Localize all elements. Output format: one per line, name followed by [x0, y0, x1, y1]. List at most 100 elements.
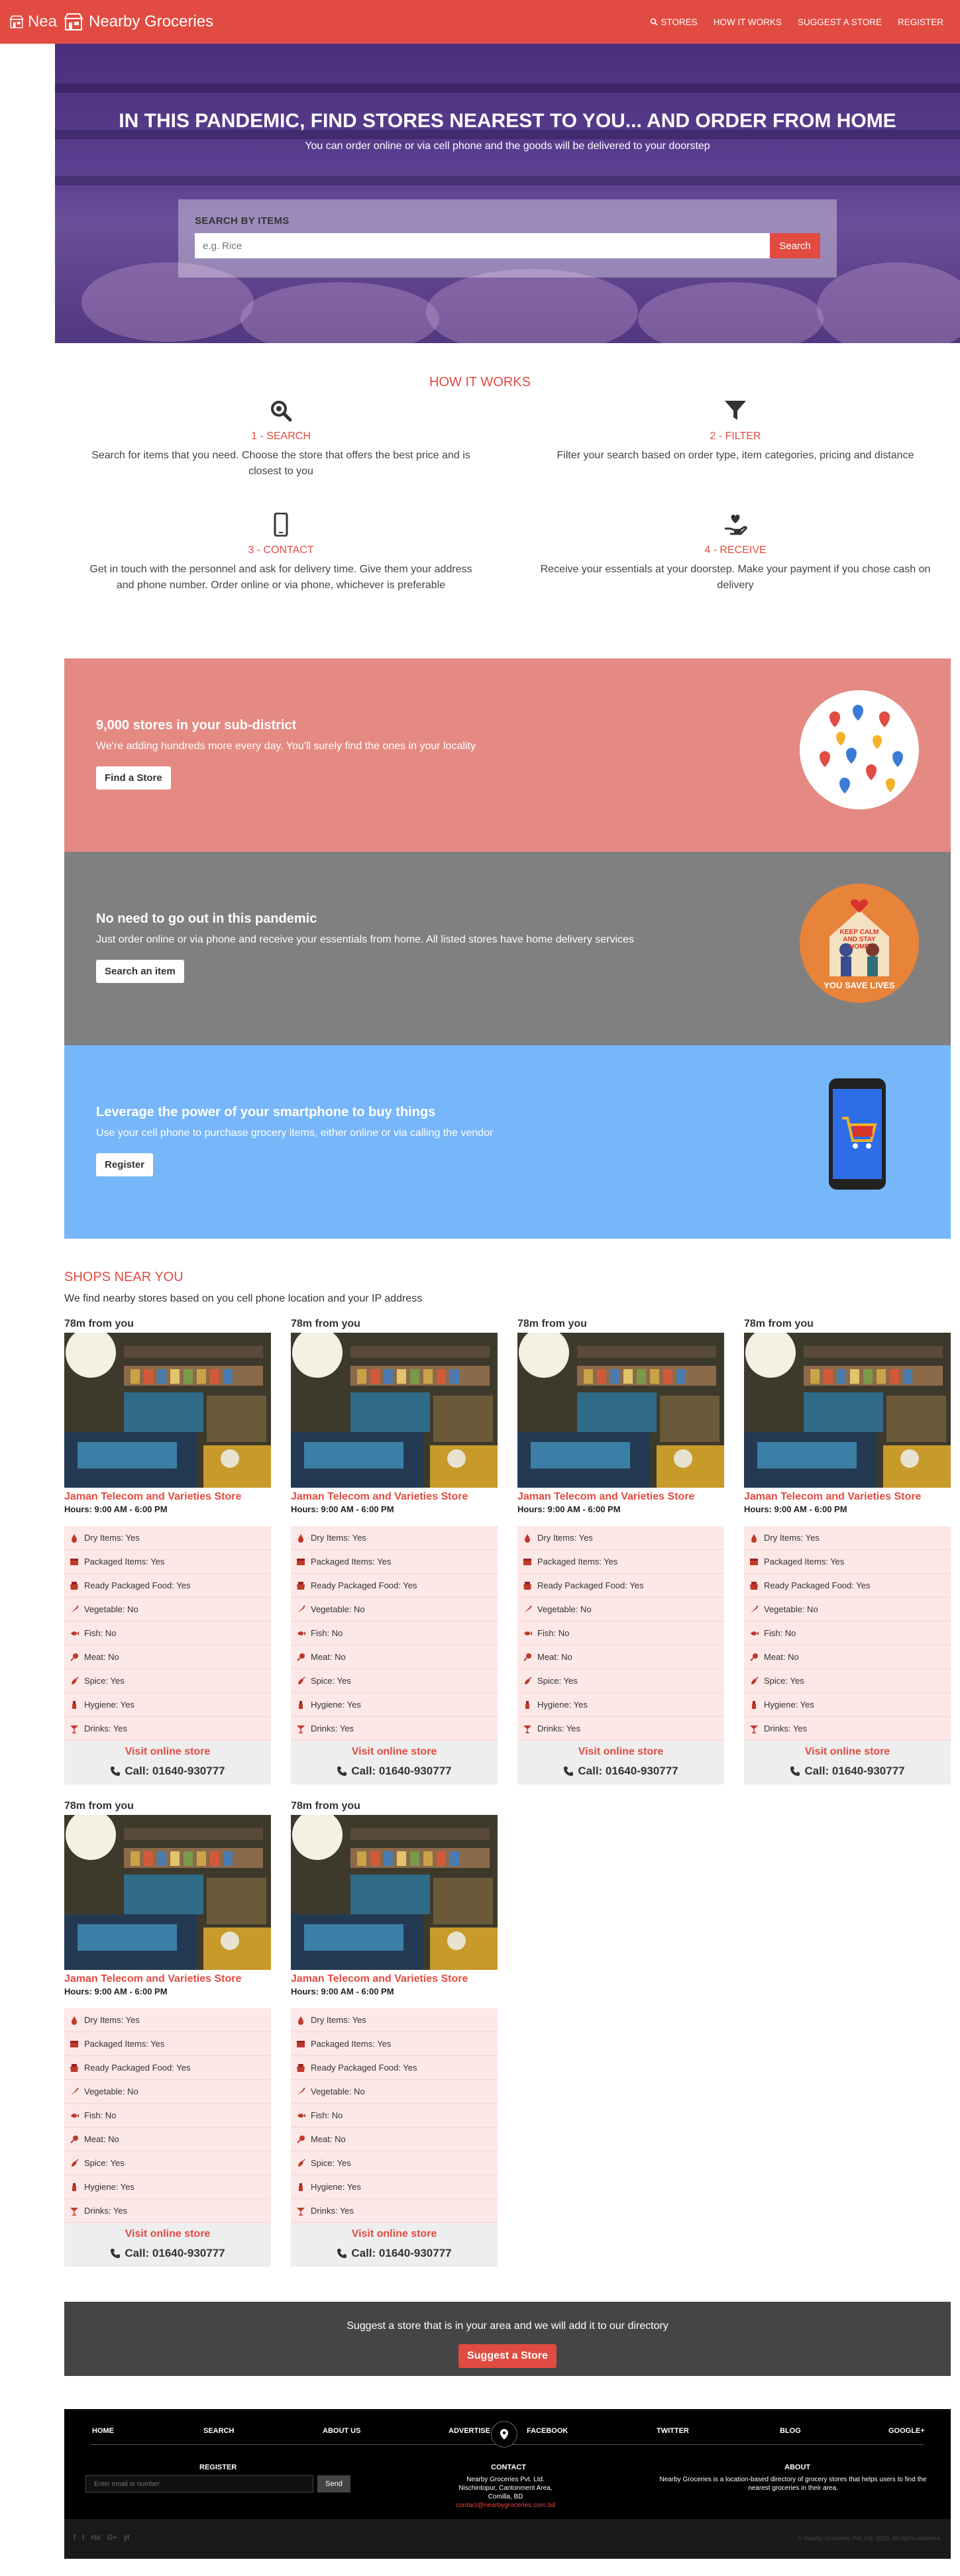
food-box-icon: [297, 1581, 305, 1590]
shop-photo[interactable]: [291, 1333, 498, 1488]
visit-store-link[interactable]: Visit online store: [291, 2223, 498, 2240]
shop-name[interactable]: Jaman Telecom and Varieties Store: [64, 1491, 271, 1503]
feature-label: Fish: No: [537, 1628, 570, 1638]
shop-photo[interactable]: [517, 1333, 724, 1488]
feature-row: Ready Packaged Food: Yes: [64, 1574, 271, 1598]
shop-card: 78m from you Jaman Telecom and Varieties…: [517, 1318, 724, 1784]
pepper-icon: [72, 1676, 79, 1684]
call-label: Call: 01640-930777: [351, 2247, 452, 2259]
shop-distance: 78m from you: [744, 1318, 814, 1329]
feature-band-stay-home: No need to go out in this pandemic Just …: [64, 852, 951, 1045]
twitter-icon[interactable]: t: [82, 2534, 84, 2542]
bottle-icon: [525, 1700, 529, 1709]
shop-name[interactable]: Jaman Telecom and Varieties Store: [744, 1491, 951, 1503]
footer-link-google[interactable]: GOOGLE+: [888, 2427, 925, 2435]
call-button[interactable]: Call: 01640-930777: [517, 1765, 724, 1778]
contact-email-link[interactable]: contact@nearbygroceries.com.bd: [439, 2501, 572, 2510]
search-button[interactable]: Search: [770, 233, 820, 258]
shop-photo-image: [64, 1815, 271, 1970]
nav-how-it-works[interactable]: HOW IT WORKS: [714, 17, 782, 27]
google-plus-icon[interactable]: G+: [107, 2534, 117, 2542]
footer-email-input[interactable]: [85, 2475, 313, 2493]
visit-store-link[interactable]: Visit online store: [291, 1741, 498, 1758]
shop-card: 78m from you Jaman Telecom and Varieties…: [64, 1800, 271, 2267]
call-button[interactable]: Call: 01640-930777: [291, 1765, 498, 1778]
feature-row: Hygiene: Yes: [291, 1693, 498, 1717]
shop-card-footer: Visit online store Call: 01640-930777: [744, 1741, 951, 1784]
band-title: Leverage the power of your smartphone to…: [96, 1105, 436, 1119]
feature-row: Ready Packaged Food: Yes: [517, 1574, 724, 1598]
call-button[interactable]: Call: 01640-930777: [744, 1765, 951, 1778]
feature-label: Hygiene: Yes: [84, 1700, 134, 1710]
feature-row: Spice: Yes: [64, 2151, 271, 2175]
feature-row: Fish: No: [291, 2104, 498, 2128]
visit-store-link[interactable]: Visit online store: [64, 1741, 271, 1758]
nav-stores[interactable]: STORES: [650, 17, 698, 27]
pepper-icon: [298, 1676, 305, 1684]
cocktail-icon: [297, 2207, 305, 2216]
feature-label: Fish: No: [764, 1628, 796, 1638]
rss-icon[interactable]: rss: [91, 2534, 101, 2542]
search-input[interactable]: [195, 233, 770, 258]
footer-link-twitter[interactable]: TWITTER: [657, 2427, 689, 2435]
band-text: Just order online or via phone and recei…: [96, 934, 634, 945]
feature-row: Drinks: Yes: [64, 1717, 271, 1741]
footer-link-home[interactable]: HOME: [92, 2427, 114, 2435]
call-button[interactable]: Call: 01640-930777: [64, 2247, 271, 2260]
find-store-button[interactable]: Find a Store: [96, 766, 171, 790]
feature-row: Drinks: Yes: [291, 1717, 498, 1741]
footer-link-advertise[interactable]: ADVERTISE: [449, 2427, 490, 2435]
contact-line: Nischintopur, Cantonment Area,: [458, 2485, 553, 2492]
feature-label: Ready Packaged Food: Yes: [84, 1580, 191, 1590]
footer-about-title: ABOUT: [784, 2463, 811, 2471]
brand-ghost: Nea: [0, 0, 57, 44]
feature-label: Meat: No: [84, 2134, 119, 2144]
fish-icon: [524, 1631, 532, 1635]
footer-link-search[interactable]: SEARCH: [203, 2427, 234, 2435]
shop-name[interactable]: Jaman Telecom and Varieties Store: [291, 1973, 498, 1985]
shop-photo[interactable]: [291, 1815, 498, 1970]
facebook-icon[interactable]: f: [74, 2534, 76, 2542]
shop-photo[interactable]: [64, 1333, 271, 1488]
feature-row: Vegetable: No: [744, 1598, 951, 1622]
visit-store-link[interactable]: Visit online store: [744, 1741, 951, 1758]
search-icon: [271, 401, 292, 422]
shop-photo-image: [291, 1333, 498, 1488]
suggest-store-button[interactable]: Suggest a Store: [458, 2344, 557, 2368]
brand-logo[interactable]: Nearby Groceries: [64, 0, 213, 44]
shop-name[interactable]: Jaman Telecom and Varieties Store: [291, 1491, 498, 1503]
phone-icon: [274, 513, 288, 537]
feature-row: Drinks: Yes: [744, 1717, 951, 1741]
brand-name: Nearby Groceries: [89, 13, 214, 30]
feature-label: Fish: No: [84, 1628, 117, 1638]
shop-photo[interactable]: [744, 1333, 951, 1488]
feature-label: Packaged Items: Yes: [764, 1557, 845, 1567]
shop-name[interactable]: Jaman Telecom and Varieties Store: [517, 1491, 724, 1503]
feature-row: Packaged Items: Yes: [291, 2032, 498, 2056]
search-item-button[interactable]: Search an item: [96, 960, 184, 983]
youtube-icon[interactable]: yt: [124, 2534, 130, 2542]
feature-row: Vegetable: No: [64, 2080, 271, 2104]
footer-link-blog[interactable]: BLOG: [780, 2427, 801, 2435]
footer-link-facebook[interactable]: FACEBOOK: [527, 2427, 568, 2435]
search-label: SEARCH BY ITEMS: [195, 215, 290, 227]
shop-distance: 78m from you: [291, 1318, 360, 1329]
visit-store-link[interactable]: Visit online store: [64, 2223, 271, 2240]
nav-register[interactable]: REGISTER: [898, 17, 943, 27]
shop-name[interactable]: Jaman Telecom and Varieties Store: [64, 1973, 271, 1985]
smartphone-cart-icon: [829, 1078, 886, 1190]
nav-suggest-store[interactable]: SUGGEST A STORE: [798, 17, 882, 27]
footer-send-button[interactable]: Send: [317, 2475, 350, 2493]
visit-store-link[interactable]: Visit online store: [517, 1741, 724, 1758]
footer-link-about[interactable]: ABOUT US: [323, 2427, 360, 2435]
call-button[interactable]: Call: 01640-930777: [291, 2247, 498, 2260]
feature-label: Packaged Items: Yes: [311, 2039, 392, 2049]
pepper-icon: [751, 1676, 759, 1684]
feature-row: Packaged Items: Yes: [64, 2032, 271, 2056]
shop-distance: 78m from you: [64, 1318, 134, 1329]
feature-label: Fish: No: [311, 2110, 343, 2120]
shop-photo[interactable]: [64, 1815, 271, 1970]
feature-row: Ready Packaged Food: Yes: [744, 1574, 951, 1598]
call-button[interactable]: Call: 01640-930777: [64, 1765, 271, 1778]
register-button[interactable]: Register: [96, 1153, 154, 1176]
